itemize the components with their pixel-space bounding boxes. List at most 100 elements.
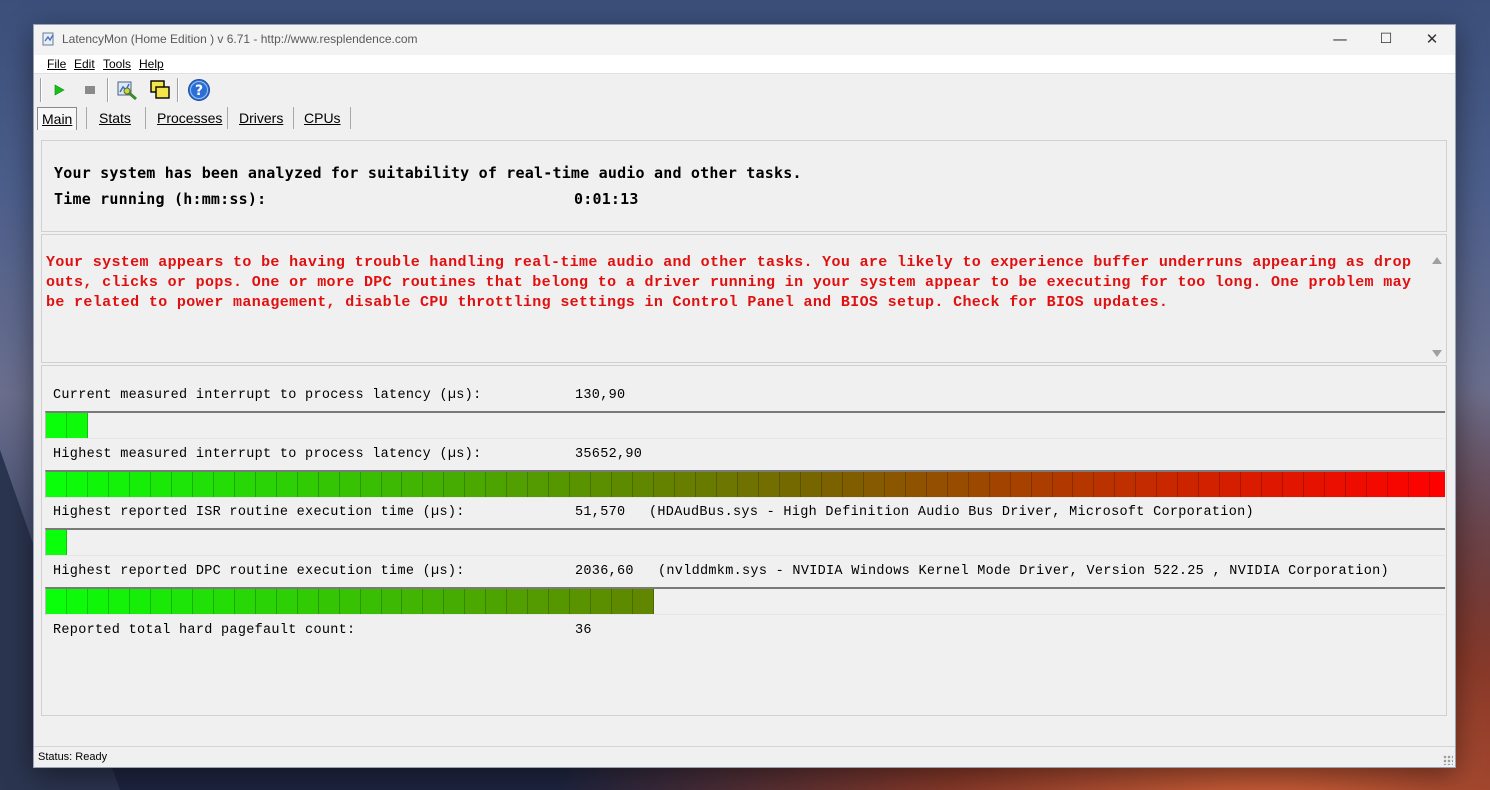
metric-label: Highest measured interrupt to process la… <box>53 447 482 462</box>
bar-segment <box>1115 472 1137 497</box>
bar-segment <box>905 472 927 497</box>
metric-driver-info: (HDAudBus.sys - High Definition Audio Bu… <box>649 505 1254 520</box>
latency-bar <box>45 470 1445 498</box>
menu-bar: File Edit Tools Help <box>34 55 1455 74</box>
toolbar: ? <box>34 74 1455 105</box>
toolbar-separator <box>177 78 179 102</box>
bar-segment <box>1241 472 1263 497</box>
start-button[interactable] <box>46 77 72 103</box>
bar-segment <box>863 472 885 497</box>
menu-edit[interactable]: Edit <box>74 57 95 71</box>
bar-segment <box>570 472 592 497</box>
bar-segment <box>46 530 67 555</box>
bar-segment <box>171 589 193 614</box>
maximize-button[interactable]: ☐ <box>1363 25 1409 55</box>
pagefault-value: 36 <box>575 623 592 638</box>
menu-tools[interactable]: Tools <box>103 57 131 71</box>
tab-stats[interactable]: Stats <box>95 107 135 129</box>
bar-segment <box>381 589 403 614</box>
bar-segment <box>1199 472 1221 497</box>
bar-segment <box>213 472 235 497</box>
title-bar[interactable]: LatencyMon (Home Edition ) v 6.71 - http… <box>34 25 1455 55</box>
bar-segment <box>318 472 340 497</box>
warning-panel[interactable]: Your system appears to be having trouble… <box>41 234 1447 363</box>
bar-segment <box>66 589 88 614</box>
metric-driver-info: (nvlddmkm.sys - NVIDIA Windows Kernel Mo… <box>658 564 1389 579</box>
latency-bar <box>45 411 1445 439</box>
bar-segment <box>339 589 361 614</box>
tab-separator <box>350 107 351 129</box>
toolbar-separator <box>107 78 109 102</box>
bar-segment <box>1073 472 1095 497</box>
bar-segment <box>46 589 67 614</box>
bar-segment <box>150 589 172 614</box>
bar-segment <box>947 472 969 497</box>
bar-segment <box>360 589 382 614</box>
bar-segment <box>87 472 109 497</box>
bar-segment <box>87 589 109 614</box>
bar-segment <box>276 472 298 497</box>
latency-bar <box>45 587 1445 615</box>
bar-segment <box>591 472 613 497</box>
bar-segment <box>591 589 613 614</box>
bar-segment <box>549 589 571 614</box>
app-icon <box>42 32 54 46</box>
latency-bar-fill <box>46 530 67 555</box>
metric-value: 130,90 <box>575 388 626 403</box>
bar-segment <box>66 413 88 438</box>
summary-text: Your system has been analyzed for suitab… <box>54 164 802 182</box>
resize-grip[interactable] <box>1443 755 1453 765</box>
bar-segment <box>1094 472 1116 497</box>
toolbar-separator <box>40 78 42 102</box>
bar-segment <box>884 472 906 497</box>
tab-processes[interactable]: Processes <box>153 107 226 129</box>
bar-segment <box>989 472 1011 497</box>
tab-drivers[interactable]: Drivers <box>235 107 287 129</box>
warning-text: Your system appears to be having trouble… <box>46 254 1412 311</box>
metric-value: 51,570 <box>575 505 626 520</box>
tab-cpus[interactable]: CPUs <box>300 107 345 129</box>
tab-separator <box>293 107 294 129</box>
tab-main[interactable]: Main <box>37 107 78 130</box>
bar-segment <box>465 589 487 614</box>
bar-segment <box>1388 472 1409 497</box>
bar-segment <box>1157 472 1179 497</box>
scroll-down-arrow[interactable] <box>1432 350 1442 357</box>
bar-segment <box>444 589 466 614</box>
summary-panel: Your system has been analyzed for suitab… <box>41 140 1447 232</box>
menu-help[interactable]: Help <box>139 57 164 71</box>
bar-segment <box>297 589 319 614</box>
bar-segment <box>46 413 67 438</box>
close-button[interactable]: ✕ <box>1409 25 1455 55</box>
bar-segment <box>779 472 801 497</box>
bar-segment <box>234 472 256 497</box>
bar-segment <box>612 472 634 497</box>
bar-segment <box>528 472 550 497</box>
analyze-button[interactable] <box>114 77 140 103</box>
bar-segment <box>129 589 151 614</box>
stop-icon <box>85 86 95 94</box>
stop-button[interactable] <box>77 77 103 103</box>
bar-segment <box>737 472 759 497</box>
svg-text:?: ? <box>195 83 203 99</box>
bar-segment <box>968 472 990 497</box>
minimize-button[interactable]: — <box>1317 25 1363 55</box>
metrics-panel: Current measured interrupt to process la… <box>41 365 1447 716</box>
menu-file[interactable]: File <box>47 57 66 71</box>
bar-segment <box>1136 472 1158 497</box>
metric-value: 35652,90 <box>575 447 643 462</box>
windows-button[interactable] <box>147 77 173 103</box>
scroll-up-arrow[interactable] <box>1432 257 1442 264</box>
main-window: LatencyMon (Home Edition ) v 6.71 - http… <box>33 24 1456 768</box>
bar-segment <box>1367 472 1388 497</box>
metric-label: Current measured interrupt to process la… <box>53 388 482 403</box>
bar-segment <box>255 472 277 497</box>
help-button[interactable]: ? <box>186 77 212 103</box>
bar-segment <box>507 472 529 497</box>
bar-segment <box>255 589 277 614</box>
bar-segment <box>423 589 445 614</box>
bar-segment <box>507 589 529 614</box>
bar-segment <box>402 589 424 614</box>
bar-segment <box>171 472 193 497</box>
bar-segment <box>1031 472 1053 497</box>
